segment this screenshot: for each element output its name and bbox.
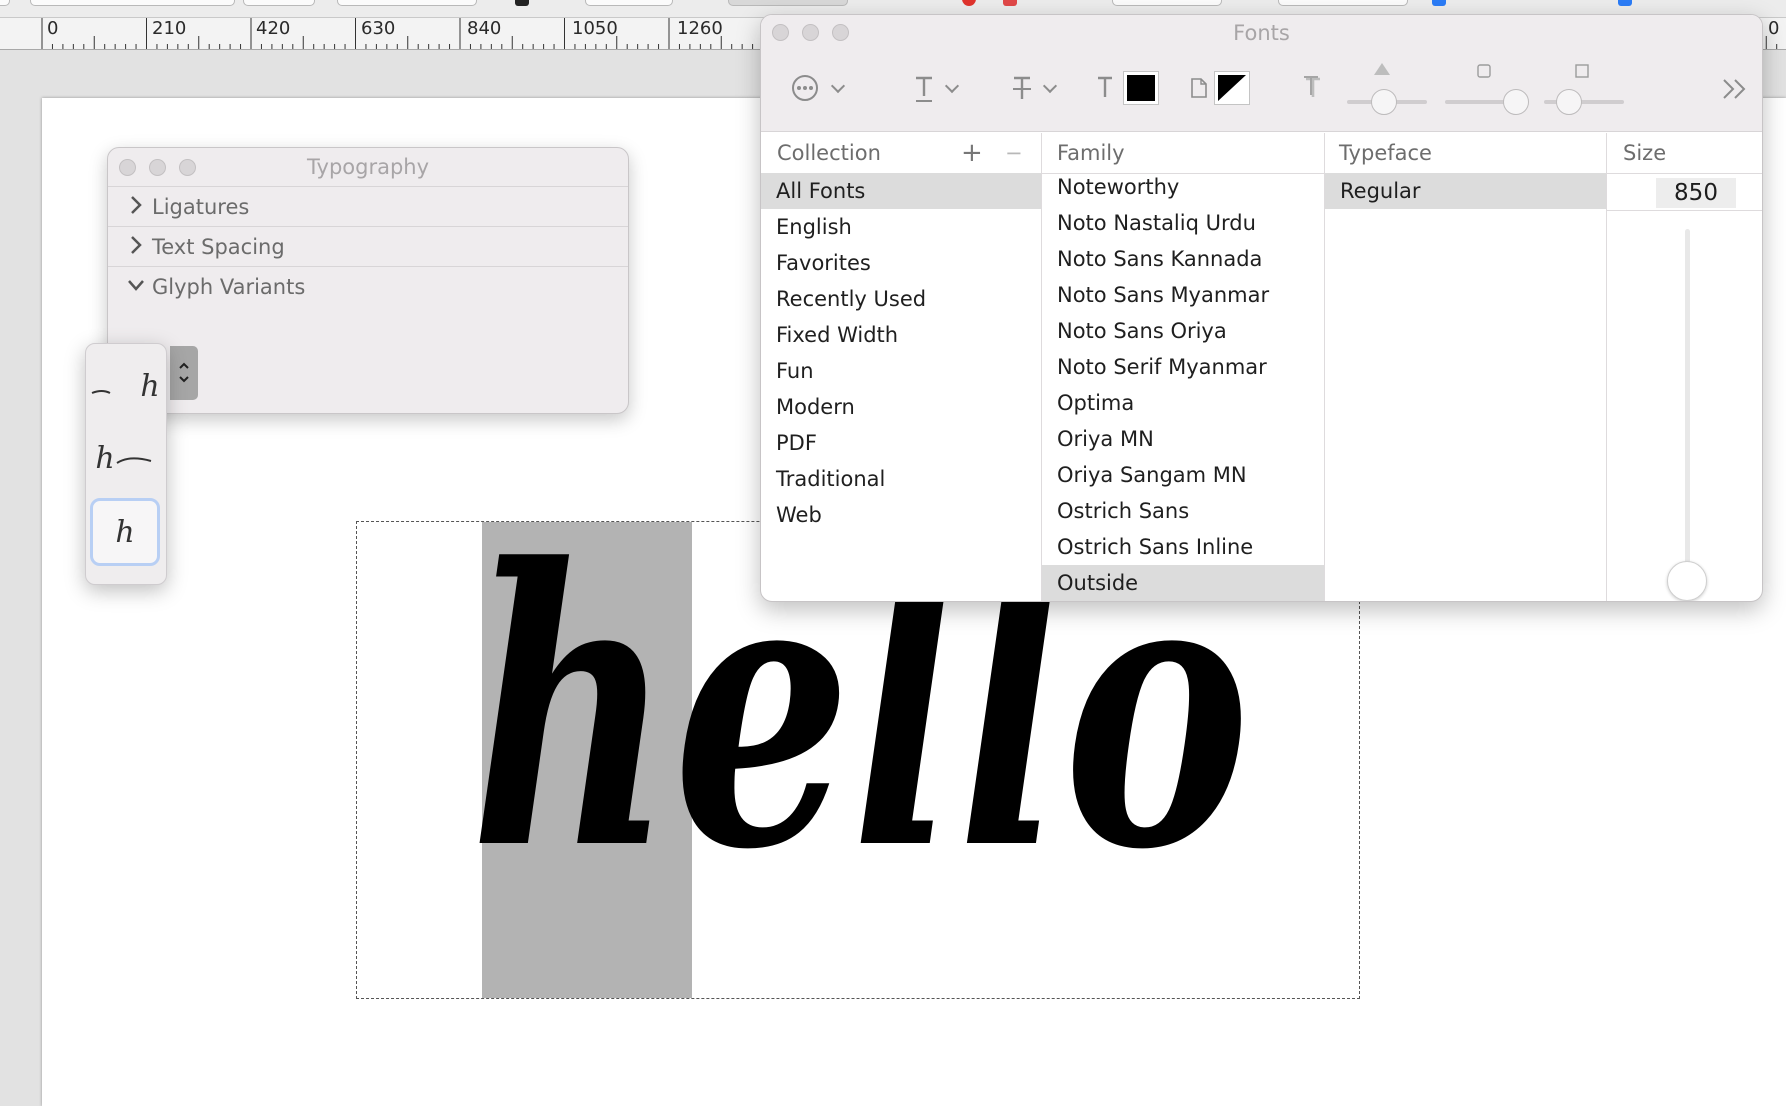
strikethrough-icon[interactable] (1011, 75, 1033, 103)
family-item[interactable]: Oriya Sangam MN (1042, 457, 1324, 493)
glyph-variant-option[interactable]: h (90, 424, 160, 492)
collection-item[interactable]: Modern (761, 389, 1041, 425)
glyph-variant-char: h (140, 368, 160, 404)
text-color-well[interactable] (1123, 71, 1159, 105)
add-collection-button[interactable]: + (961, 133, 983, 173)
text-color-icon (1098, 76, 1112, 97)
family-item[interactable]: Noteworthy (1042, 169, 1324, 205)
collection-item[interactable]: Favorites (761, 245, 1041, 281)
section-label: Glyph Variants (152, 275, 306, 299)
toolbar-button[interactable] (1112, 0, 1222, 6)
ruler-label: 1050 (572, 18, 618, 39)
typography-title: Typography (306, 155, 430, 179)
chevron-down-icon[interactable] (830, 78, 846, 94)
fonts-title: Fonts (1233, 21, 1290, 45)
ruler-label: 210 (152, 18, 187, 39)
ruler-label: 630 (361, 18, 396, 39)
size-field[interactable]: 850 (1606, 175, 1762, 211)
size-header: Size (1623, 141, 1667, 165)
action-menu-icon[interactable] (790, 73, 820, 103)
more-icon[interactable] (1721, 77, 1749, 101)
toolbar-button[interactable] (1278, 0, 1408, 6)
toolbar-popup-button[interactable] (337, 0, 477, 6)
chevron-down-icon (128, 280, 144, 291)
family-item[interactable]: Noto Nastaliq Urdu (1042, 205, 1324, 241)
toolbar-button[interactable] (0, 0, 10, 6)
ruler-label: 840 (467, 18, 502, 39)
glyph-variant-char: h (115, 514, 135, 550)
swash-lead-icon (91, 390, 111, 394)
toolbar-checkbox[interactable] (1618, 0, 1632, 6)
section-ligatures[interactable]: Ligatures (108, 186, 628, 226)
document-icon (1191, 78, 1207, 98)
chevron-right-icon (131, 196, 142, 214)
section-label: Ligatures (152, 195, 250, 219)
family-item[interactable]: Noto Sans Kannada (1042, 241, 1324, 277)
swash-tail-icon (116, 457, 151, 464)
typeface-item[interactable]: Regular (1325, 173, 1606, 209)
variant-stepper[interactable] (170, 346, 198, 400)
slider-knob[interactable] (1371, 89, 1397, 115)
document-color-swatch (1218, 75, 1246, 101)
collection-item[interactable]: Fun (761, 353, 1041, 389)
slider-knob[interactable] (1503, 89, 1529, 115)
fonts-panel[interactable]: Fonts Collection + − Family Typeface Siz… (760, 14, 1763, 602)
size-input[interactable]: 850 (1656, 178, 1736, 208)
chevron-down-icon[interactable] (1042, 78, 1058, 94)
toolbar-record-icon[interactable] (962, 0, 976, 6)
toolbar-color-well[interactable] (515, 0, 529, 6)
size-slider[interactable] (1685, 229, 1690, 579)
toolbar-segmented-control[interactable] (585, 0, 673, 6)
family-item[interactable]: Noto Sans Myanmar (1042, 277, 1324, 313)
shadow-blur-icon (1477, 64, 1491, 78)
collection-item[interactable]: English (761, 209, 1041, 245)
family-item[interactable]: Optima (1042, 385, 1324, 421)
collection-header: Collection (777, 141, 881, 165)
toolbar-segmented-control[interactable] (728, 0, 848, 6)
ruler-label: 0 (47, 18, 59, 39)
collection-item[interactable]: All Fonts (761, 173, 1041, 209)
family-item[interactable]: Noto Serif Myanmar (1042, 349, 1324, 385)
section-label: Text Spacing (152, 235, 285, 259)
toolbar-color-well[interactable] (1003, 0, 1017, 6)
toolbar-checkbox[interactable] (1432, 0, 1446, 6)
section-text-spacing[interactable]: Text Spacing (108, 226, 628, 266)
family-item[interactable]: Ostrich Sans Inline (1042, 529, 1324, 565)
toolbar-button[interactable] (243, 0, 315, 6)
glyph-variant-option-selected[interactable]: h (90, 498, 160, 566)
family-item[interactable]: Noto Sans Oriya (1042, 313, 1324, 349)
ruler-label: 1260 (677, 18, 723, 39)
collection-item[interactable]: Web (761, 497, 1041, 533)
toolbar-popup-button[interactable] (30, 0, 235, 6)
shadow-offset-icon (1575, 64, 1589, 78)
collection-item[interactable]: Fixed Width (761, 317, 1041, 353)
collection-item[interactable]: PDF (761, 425, 1041, 461)
slider-knob[interactable] (1556, 89, 1582, 115)
text-shadow-icon[interactable] (1302, 75, 1324, 101)
collection-item[interactable]: Traditional (761, 461, 1041, 497)
ruler-label: 420 (256, 18, 291, 39)
chevron-right-icon (131, 236, 142, 254)
document-color-well[interactable] (1214, 71, 1250, 105)
glyph-variant-popup[interactable]: h h h (85, 343, 167, 585)
up-down-chevron-icon (179, 362, 189, 383)
typeface-header: Typeface (1339, 141, 1432, 165)
family-item-selected[interactable]: Outside (1042, 565, 1324, 601)
remove-collection-button[interactable]: − (1005, 133, 1023, 173)
family-item[interactable]: Ostrich Sans (1042, 493, 1324, 529)
family-item[interactable]: Oriya MN (1042, 421, 1324, 457)
shadow-opacity-icon (1374, 63, 1390, 75)
family-header: Family (1057, 141, 1125, 165)
ruler-label: 0 (1768, 18, 1780, 39)
chevron-down-icon[interactable] (944, 78, 960, 94)
collection-item[interactable]: Recently Used (761, 281, 1041, 317)
glyph-variant-option[interactable]: h (90, 352, 160, 420)
section-glyph-variants[interactable]: Glyph Variants (108, 266, 628, 306)
fonts-toolbar: Fonts (761, 15, 1762, 132)
underline-icon[interactable] (913, 75, 935, 103)
size-slider-knob[interactable] (1667, 561, 1707, 601)
glyph-variant-char: h (95, 440, 115, 476)
